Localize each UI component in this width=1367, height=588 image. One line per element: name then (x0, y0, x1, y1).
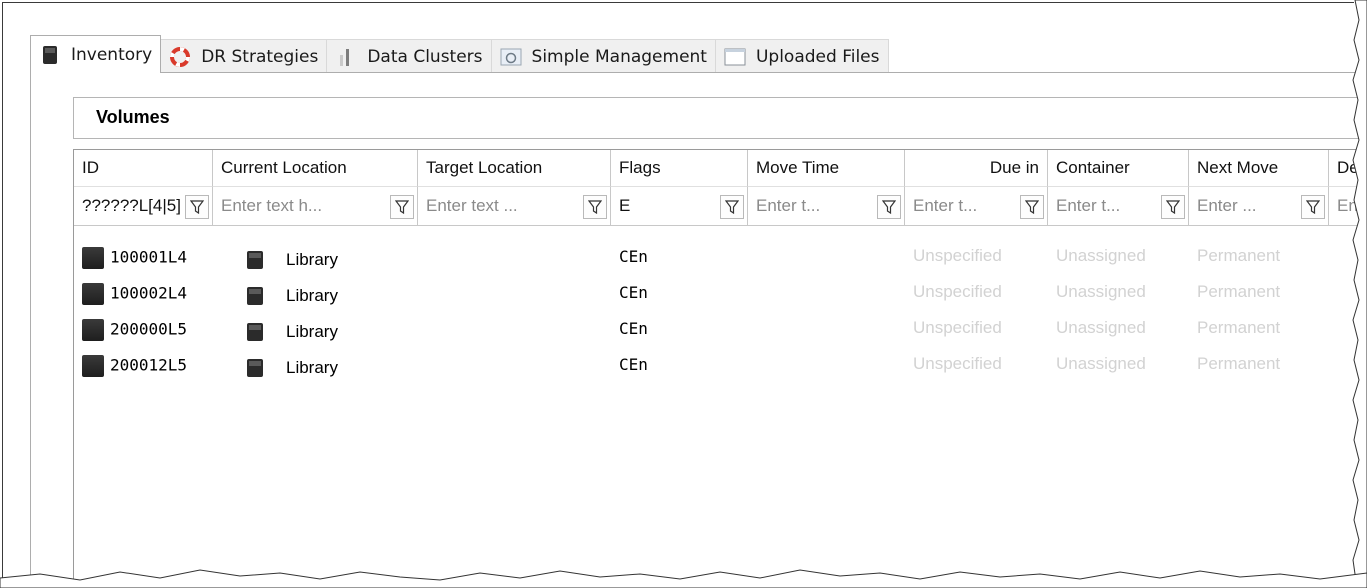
volume-id: 200000L5 (110, 319, 188, 339)
tab-strip: Inventory DR Strategies Data Clusters Si… (30, 35, 889, 73)
filter-id-input[interactable]: ??????L[4|5] (82, 196, 181, 215)
column-header-target-location[interactable]: Target Location (418, 150, 611, 186)
filter-cell-next-move[interactable]: Enter ... (1189, 186, 1329, 226)
data-cluster-icon (335, 46, 357, 68)
table-row[interactable]: 200000L5 Library CEn Unspecified Unassig… (74, 310, 1367, 346)
filter-cell-id[interactable]: ??????L[4|5] (74, 186, 213, 226)
filter-icon[interactable] (877, 195, 901, 219)
filter-icon[interactable] (1301, 195, 1325, 219)
cell-container: Unassigned (1056, 282, 1146, 301)
filter-due-in-input[interactable]: Enter t... (913, 196, 977, 215)
cell-current-location: Library (246, 274, 338, 310)
filter-cell-due-in[interactable]: Enter t... (905, 186, 1048, 226)
column-header-container[interactable]: Container (1048, 150, 1189, 186)
cell-due-in: Unspecified (913, 318, 1002, 337)
cell-id: 200012L5 (82, 346, 187, 382)
table-row[interactable]: 200012L5 Library CEn Unspecified Unassig… (74, 346, 1367, 382)
filter-icon[interactable] (583, 195, 607, 219)
tape-library-icon (247, 251, 263, 269)
cell-container: Unassigned (1056, 354, 1146, 373)
filter-cell-current-location[interactable]: Enter text h... (213, 186, 418, 226)
tab-dr-strategies[interactable]: DR Strategies (160, 39, 328, 73)
cell-container: Unassigned (1056, 318, 1146, 337)
tab-label: Inventory (71, 44, 153, 65)
cell-flags: CEn (619, 283, 648, 302)
column-header-due-in[interactable]: Due in (905, 150, 1048, 186)
table-row[interactable]: 100002L4 Library CEn Unspecified Unassig… (74, 274, 1367, 310)
filter-current-location-input[interactable]: Enter text h... (221, 196, 322, 215)
filter-cell-target-location[interactable]: Enter text ... (418, 186, 611, 226)
location-label: Library (286, 322, 338, 341)
tape-volume-icon (82, 283, 104, 305)
volume-id: 200012L5 (110, 355, 188, 375)
filter-cell-move-time[interactable]: Enter t... (748, 186, 905, 226)
panel-border (30, 72, 31, 588)
cell-due-in: Unspecified (913, 282, 1002, 301)
tab-uploaded-files[interactable]: Uploaded Files (714, 39, 889, 73)
location-label: Library (286, 358, 338, 377)
tape-library-icon (247, 359, 263, 377)
table-row[interactable]: 100001L4 Library CEn Unspecified Unassig… (74, 238, 1367, 274)
cell-next-move: Permanent (1197, 318, 1281, 337)
cell-flags: CEn (619, 247, 648, 266)
cell-current-location: Library (246, 346, 338, 382)
cell-current-location: Library (246, 310, 338, 346)
filter-cell-container[interactable]: Enter t... (1048, 186, 1189, 226)
filter-cell-flags[interactable]: E (611, 186, 748, 226)
tab-label: DR Strategies (201, 46, 319, 67)
cell-flags: CEn (619, 355, 648, 374)
tab-label: Uploaded Files (755, 46, 880, 67)
tape-library-icon (247, 287, 263, 305)
cell-current-location: Library (246, 238, 338, 274)
filter-icon[interactable] (720, 195, 744, 219)
tab-label: Simple Management (531, 46, 707, 67)
cell-next-move: Permanent (1197, 282, 1281, 301)
volume-id: 100002L4 (110, 283, 188, 303)
column-header-move-time[interactable]: Move Time (748, 150, 905, 186)
cell-due-in: Unspecified (913, 354, 1002, 373)
volume-id: 100001L4 (110, 247, 188, 267)
filter-next-move-input[interactable]: Enter ... (1197, 196, 1257, 215)
simple-management-icon (500, 46, 522, 68)
cell-id: 200000L5 (82, 310, 187, 346)
filter-target-location-input[interactable]: Enter text ... (426, 196, 518, 215)
cell-container: Unassigned (1056, 246, 1146, 265)
filter-icon[interactable] (390, 195, 414, 219)
column-header-id[interactable]: ID (74, 150, 213, 186)
filter-container-input[interactable]: Enter t... (1056, 196, 1120, 215)
cell-flags: CEn (619, 319, 648, 338)
filter-icon[interactable] (185, 195, 209, 219)
location-label: Library (286, 286, 338, 305)
column-header-flags[interactable]: Flags (611, 150, 748, 186)
tape-volume-icon (82, 319, 104, 341)
tape-volume-icon (82, 355, 104, 377)
location-label: Library (286, 250, 338, 269)
cell-next-move: Permanent (1197, 354, 1281, 373)
cell-due-in: Unspecified (913, 246, 1002, 265)
tape-volume-icon (82, 247, 104, 269)
tab-strip-border (30, 72, 1367, 73)
torn-edge-right (1352, 0, 1367, 588)
filter-icon[interactable] (1020, 195, 1044, 219)
torn-edge-bottom (0, 569, 1367, 588)
filter-move-time-input[interactable]: Enter t... (756, 196, 820, 215)
column-header-next-move[interactable]: Next Move (1189, 150, 1329, 186)
tab-data-clusters[interactable]: Data Clusters (326, 39, 492, 73)
cell-next-move: Permanent (1197, 246, 1281, 265)
tab-simple-management[interactable]: Simple Management (490, 39, 716, 73)
tab-label: Data Clusters (367, 46, 483, 67)
group-title: Volumes (96, 107, 170, 127)
filter-flags-input[interactable]: E (619, 196, 630, 215)
column-header-current-location[interactable]: Current Location (213, 150, 418, 186)
volumes-grid: ID Current Location Target Location Flag… (73, 149, 1367, 588)
cell-id: 100001L4 (82, 238, 187, 274)
lifebuoy-icon (169, 46, 191, 68)
tape-library-icon (39, 44, 61, 66)
tab-inventory[interactable]: Inventory (30, 35, 162, 73)
tape-library-icon (247, 323, 263, 341)
volumes-group-header[interactable]: Volumes (73, 97, 1367, 139)
filter-icon[interactable] (1161, 195, 1185, 219)
uploaded-files-icon (724, 46, 746, 68)
cell-id: 100002L4 (82, 274, 187, 310)
